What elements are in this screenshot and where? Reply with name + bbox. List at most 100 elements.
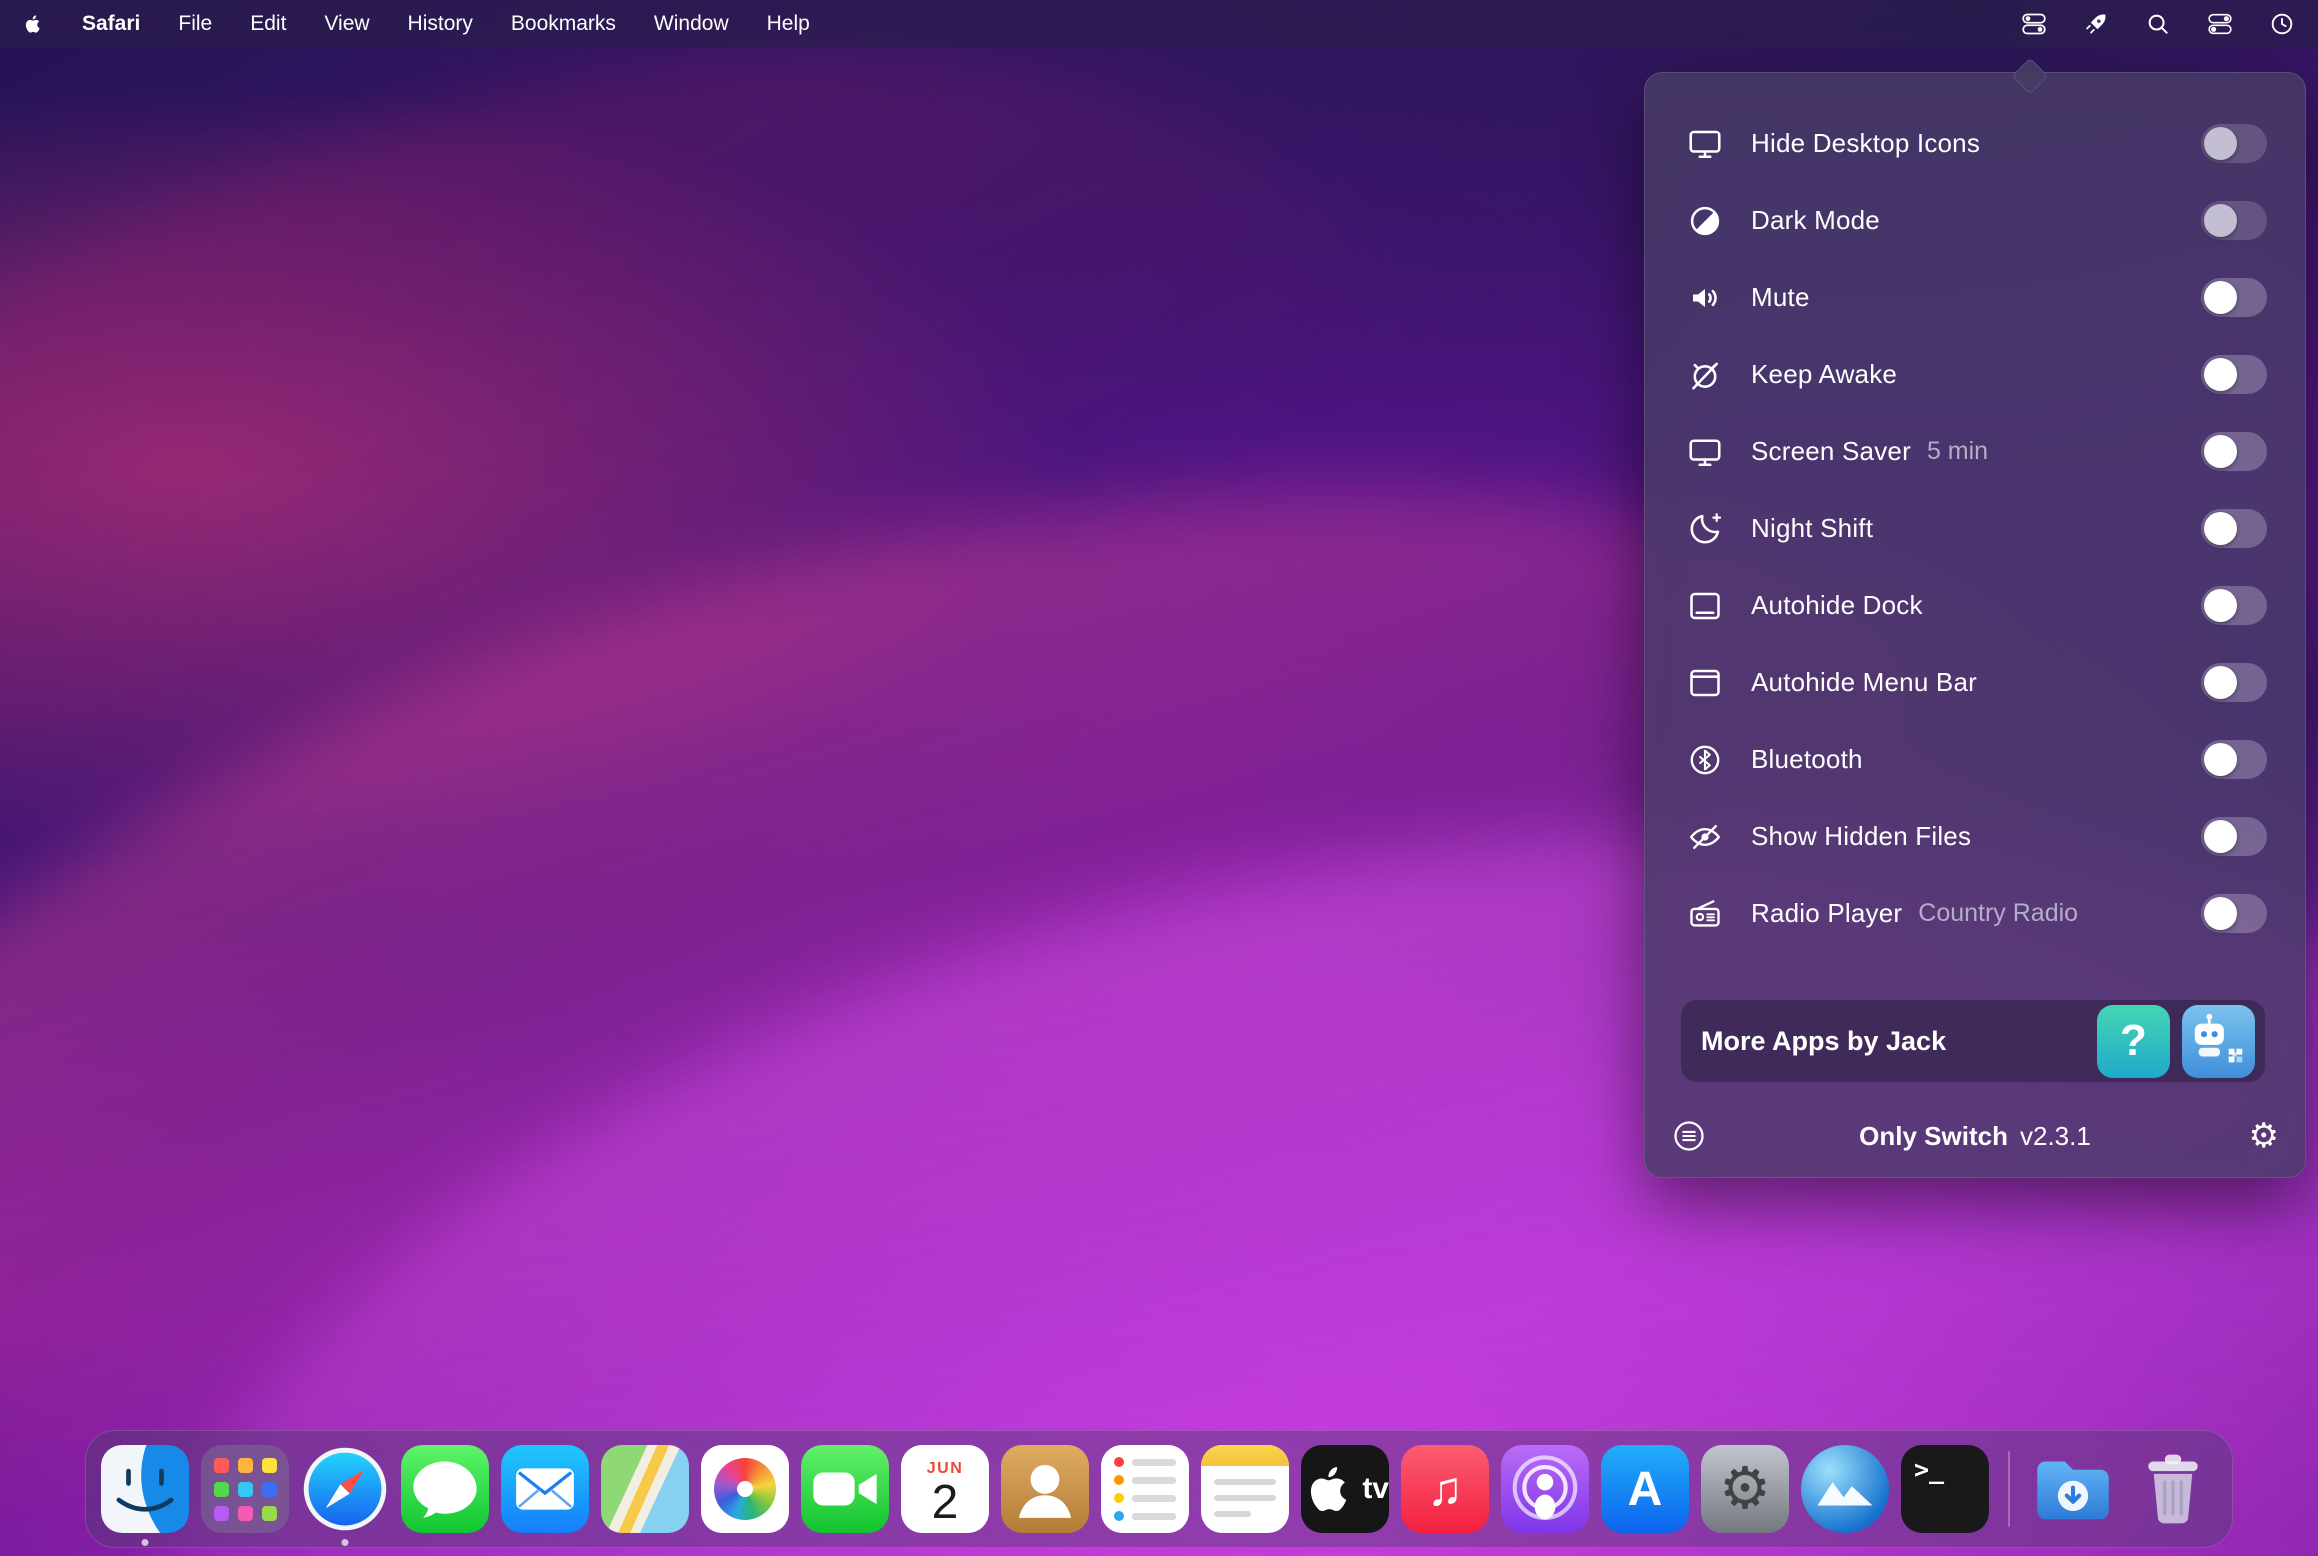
running-indicator [342, 1539, 349, 1546]
question-icon: ? [2120, 1016, 2147, 1066]
toggle-screen-saver[interactable] [2201, 432, 2267, 471]
calendar-day: 2 [932, 1478, 959, 1528]
active-app-name[interactable]: Safari [82, 12, 140, 36]
toggle-label: Autohide Menu Bar [1751, 667, 1977, 698]
toggle-label: Dark Mode [1751, 205, 1880, 236]
dock-blue-app[interactable] [1800, 1444, 1890, 1534]
toggle-autohide-menu-bar[interactable] [2201, 663, 2267, 702]
safari-icon [301, 1445, 389, 1533]
settings-button[interactable]: ⚙ [2249, 1119, 2279, 1153]
radio-icon [1687, 896, 1735, 932]
toggle-night-shift[interactable] [2201, 509, 2267, 548]
dark-mode-icon [1687, 203, 1735, 239]
dock-launchpad[interactable] [200, 1444, 290, 1534]
terminal-icon: >_ [1901, 1445, 1989, 1533]
dock-downloads[interactable] [2028, 1444, 2118, 1534]
screen-saver-icon [1687, 434, 1735, 470]
menu-window[interactable]: Window [654, 12, 729, 36]
menu-help[interactable]: Help [767, 12, 810, 36]
dock-trash[interactable] [2128, 1444, 2218, 1534]
app-store-icon: A [1601, 1445, 1689, 1533]
music-note-icon: ♫ [1427, 1462, 1463, 1517]
apple-tv-icon: tv [1301, 1445, 1389, 1533]
toggle-keep-awake[interactable] [2201, 355, 2267, 394]
dock-appstore[interactable]: A [1600, 1444, 1690, 1534]
toggle-dark-mode[interactable] [2201, 201, 2267, 240]
toggle-radio-player[interactable] [2201, 894, 2267, 933]
clock-icon [2269, 11, 2295, 37]
dock-podcasts[interactable] [1500, 1444, 1590, 1534]
menu-bar-icon [1687, 665, 1735, 701]
toggle-label: Mute [1751, 282, 1810, 313]
menu-file[interactable]: File [178, 12, 212, 36]
toggle-label: Bluetooth [1751, 744, 1863, 775]
desktop-monitor-icon [1687, 126, 1735, 162]
toggle-sublabel: 5 min [1927, 437, 1988, 466]
trash-icon [2129, 1445, 2217, 1533]
more-apps-label: More Apps by Jack [1701, 1026, 2085, 1057]
rocket-menubar-icon[interactable] [2082, 10, 2110, 38]
dock-tv[interactable]: tv [1300, 1444, 1390, 1534]
dock-divider [2008, 1451, 2010, 1527]
dock-facetime[interactable] [800, 1444, 890, 1534]
row-screen-saver: Screen Saver 5 min [1645, 413, 2305, 490]
bluetooth-icon [1687, 742, 1735, 778]
help-app-button[interactable]: ? [2097, 1005, 2170, 1078]
dock-messages[interactable] [400, 1444, 490, 1534]
spotlight-menubar-icon[interactable] [2144, 10, 2172, 38]
music-icon: ♫ [1401, 1445, 1489, 1533]
control-center-icon [2207, 11, 2233, 37]
row-autohide-menu-bar: Autohide Menu Bar [1645, 644, 2305, 721]
tv-label: tv [1362, 1472, 1389, 1506]
messages-icon [401, 1445, 489, 1533]
apple-menu[interactable] [22, 13, 44, 35]
clock-menubar-icon[interactable] [2268, 10, 2296, 38]
control-center-menubar-icon[interactable] [2206, 10, 2234, 38]
dock-settings[interactable]: ⚙ [1700, 1444, 1790, 1534]
switches-icon [2021, 11, 2047, 37]
blue-app-icon [1801, 1445, 1889, 1533]
only-switch-panel: Hide Desktop Icons Dark Mode Mute [1644, 72, 2306, 1178]
menu-bookmarks[interactable]: Bookmarks [511, 12, 616, 36]
podcasts-icon [1501, 1445, 1589, 1533]
dock-photos[interactable] [700, 1444, 790, 1534]
menu-view[interactable]: View [324, 12, 369, 36]
toggle-hide-desktop-icons[interactable] [2201, 124, 2267, 163]
only-switch-menubar-icon[interactable] [2020, 10, 2048, 38]
toggle-autohide-dock[interactable] [2201, 586, 2267, 625]
mountains-icon [1801, 1445, 1889, 1533]
toggle-label: Show Hidden Files [1751, 821, 1971, 852]
terminal-prompt: >_ [1914, 1455, 1944, 1484]
dock-icon [1687, 588, 1735, 624]
toggle-label: Screen Saver [1751, 436, 1911, 467]
toggle-show-hidden-files[interactable] [2201, 817, 2267, 856]
row-radio-player: Radio Player Country Radio [1645, 875, 2305, 952]
row-dark-mode: Dark Mode [1645, 182, 2305, 259]
row-autohide-dock: Autohide Dock [1645, 567, 2305, 644]
reminders-icon [1101, 1445, 1189, 1533]
toggle-bluetooth[interactable] [2201, 740, 2267, 779]
dock: JUN 2 tv [85, 1430, 2233, 1548]
downloads-folder-icon [2029, 1445, 2117, 1533]
row-hide-desktop-icons: Hide Desktop Icons [1645, 105, 2305, 182]
dock-mail[interactable] [500, 1444, 590, 1534]
robot-app-button[interactable] [2182, 1005, 2255, 1078]
search-icon [2145, 11, 2171, 37]
row-mute: Mute [1645, 259, 2305, 336]
dock-music[interactable]: ♫ [1400, 1444, 1490, 1534]
dock-maps[interactable] [600, 1444, 690, 1534]
dock-reminders[interactable] [1100, 1444, 1190, 1534]
dock-safari[interactable] [300, 1444, 390, 1534]
photos-icon [701, 1445, 789, 1533]
dock-terminal[interactable]: >_ [1900, 1444, 1990, 1534]
menu-edit[interactable]: Edit [250, 12, 286, 36]
gear-icon: ⚙ [1719, 1460, 1771, 1518]
dock-calendar[interactable]: JUN 2 [900, 1444, 990, 1534]
calendar-icon: JUN 2 [901, 1445, 989, 1533]
toggle-mute[interactable] [2201, 278, 2267, 317]
dock-notes[interactable] [1200, 1444, 1290, 1534]
menu-list-button[interactable] [1671, 1118, 1707, 1154]
dock-finder[interactable] [100, 1444, 190, 1534]
dock-contacts[interactable] [1000, 1444, 1090, 1534]
menu-history[interactable]: History [408, 12, 473, 36]
